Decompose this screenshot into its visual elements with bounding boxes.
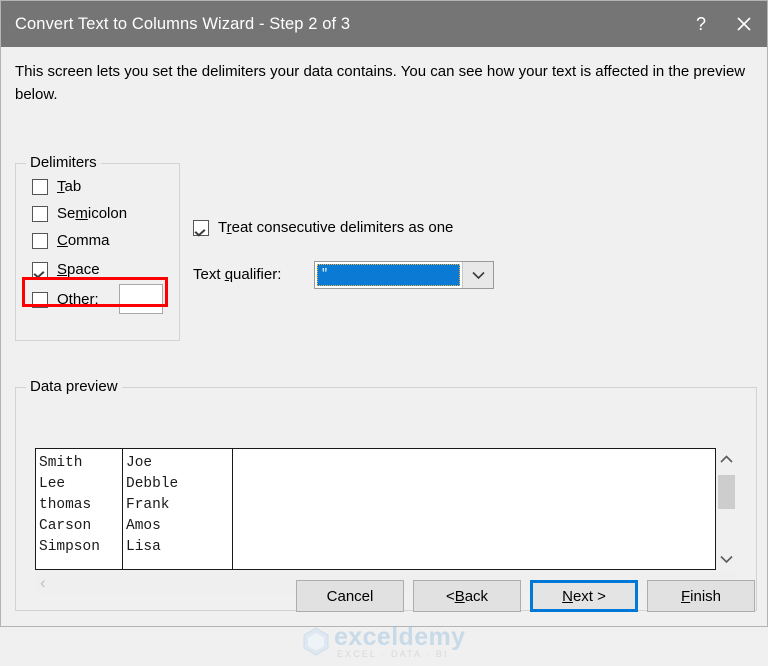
dialog-body: This screen lets you set the delimiters …: [1, 47, 768, 659]
checkbox-comma[interactable]: Comma: [32, 232, 110, 249]
checkbox-space[interactable]: Space: [32, 261, 100, 278]
checkbox-tab[interactable]: Tab: [32, 178, 81, 195]
preview-column: Joe Debble Frank Amos Lisa: [123, 449, 233, 569]
help-glyph: ?: [695, 13, 706, 34]
checkbox-semicolon-box[interactable]: [32, 205, 48, 222]
checkbox-treat-consecutive-box[interactable]: [193, 219, 209, 236]
watermark-name: exceldemy: [334, 623, 466, 651]
checkbox-tab-box[interactable]: [32, 178, 48, 195]
checkbox-other-box[interactable]: [32, 291, 48, 308]
back-button[interactable]: < Back: [413, 580, 521, 612]
watermark-tagline: EXCEL · DATA · BI: [337, 649, 449, 659]
footer-buttons: Cancel < Back Next > Finish: [1, 576, 768, 616]
close-glyph: [737, 17, 751, 31]
text-qualifier-combobox[interactable]: ": [314, 261, 494, 289]
title-bar: Convert Text to Columns Wizard - Step 2 …: [1, 1, 767, 47]
checkbox-semicolon[interactable]: Semicolon: [32, 205, 127, 222]
checkbox-tab-label: Tab: [57, 178, 82, 195]
delimiters-group-label: Delimiters: [26, 154, 101, 171]
help-icon[interactable]: ?: [681, 1, 721, 47]
chevron-down-glyph: [471, 271, 485, 279]
checkbox-comma-box[interactable]: [32, 232, 48, 249]
checkbox-treat-consecutive-delimiters[interactable]: Treat consecutive delimiters as one: [193, 219, 453, 236]
data-preview-group-label: Data preview: [26, 378, 122, 395]
checkbox-other[interactable]: Other:: [32, 291, 99, 308]
next-button[interactable]: Next >: [530, 580, 638, 612]
finish-button[interactable]: Finish: [647, 580, 755, 612]
watermark-logo-icon: [303, 627, 329, 656]
text-to-columns-dialog: Convert Text to Columns Wizard - Step 2 …: [0, 0, 768, 659]
cancel-button[interactable]: Cancel: [296, 580, 404, 612]
checkbox-semicolon-label: Semicolon: [57, 205, 128, 222]
scroll-up-icon[interactable]: [720, 448, 733, 470]
checkbox-comma-label: Comma: [57, 232, 110, 249]
scrollbar-thumb[interactable]: [718, 475, 735, 509]
window-title: Convert Text to Columns Wizard - Step 2 …: [15, 14, 351, 33]
data-preview-grid[interactable]: Smith Lee thomas Carson Simpson Joe Debb…: [35, 448, 716, 570]
checkbox-space-box[interactable]: [32, 261, 48, 278]
delimiters-group: Delimiters Tab Semicolon Comma Space Oth…: [15, 154, 180, 341]
intro-text: This screen lets you set the delimiters …: [15, 63, 746, 103]
checkbox-space-label: Space: [57, 261, 100, 278]
checkbox-treat-consecutive-label: Treat consecutive delimiters as one: [218, 219, 454, 236]
checkbox-other-label: Other:: [57, 291, 99, 308]
scroll-down-icon[interactable]: [720, 548, 733, 570]
preview-column: Smith Lee thomas Carson Simpson: [36, 449, 123, 569]
text-qualifier-value[interactable]: ": [317, 264, 460, 286]
data-preview-grid-wrapper: Smith Lee thomas Carson Simpson Joe Debb…: [35, 448, 737, 570]
chevron-down-icon[interactable]: [462, 262, 493, 288]
close-icon[interactable]: [721, 1, 767, 47]
preview-vertical-scrollbar[interactable]: [716, 448, 737, 570]
text-qualifier-label: Text qualifier:: [193, 266, 282, 283]
other-delimiter-input[interactable]: [119, 284, 163, 314]
